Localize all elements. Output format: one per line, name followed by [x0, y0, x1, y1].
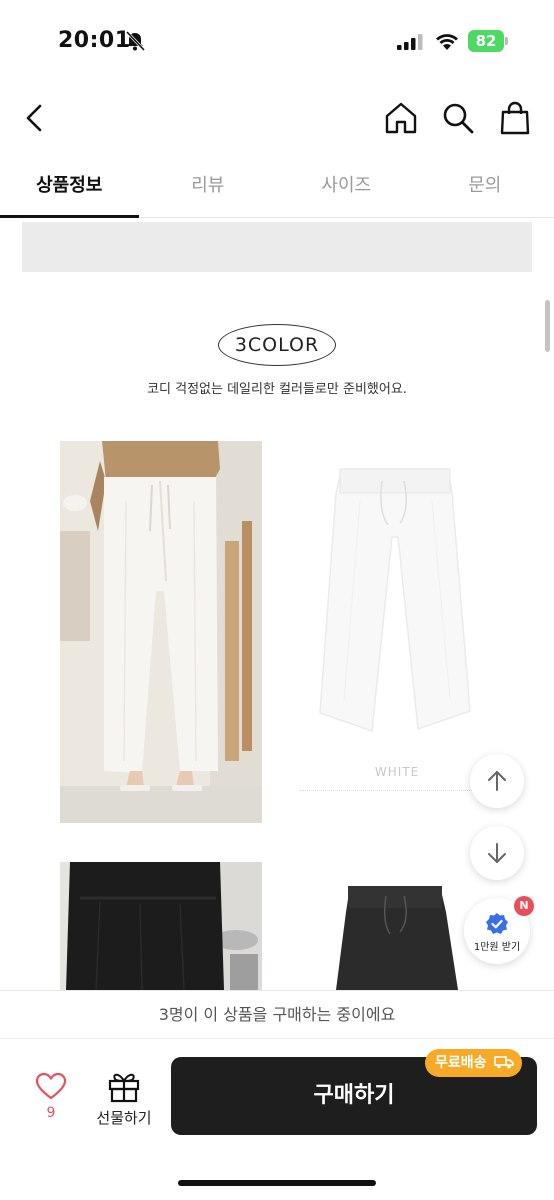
scroll-up-button[interactable] — [470, 754, 524, 808]
bottom-purchase-bar: 9 선물하기 구매하기 무료배송 — [0, 1038, 554, 1200]
color-description: 코디 걱정없는 데일리한 컬러들로만 준비했어요. — [147, 382, 407, 397]
like-count: 9 — [46, 1105, 56, 1121]
gift-icon — [108, 1073, 140, 1103]
tab-size[interactable]: 사이즈 — [277, 160, 416, 217]
status-time: 20:01 — [58, 28, 131, 53]
gift-label: 선물하기 — [96, 1109, 152, 1127]
tab-product-info[interactable]: 상품정보 — [0, 160, 139, 218]
like-button[interactable]: 9 — [30, 1071, 72, 1131]
free-shipping-label: 무료배송 — [435, 1055, 487, 1071]
arrow-up-icon — [488, 771, 506, 791]
home-icon[interactable] — [383, 100, 419, 136]
black-pants-model-photo — [60, 862, 262, 990]
bell-off-icon — [125, 30, 146, 52]
search-icon[interactable] — [440, 100, 476, 136]
battery-tip — [505, 37, 508, 45]
tab-reviews[interactable]: 리뷰 — [139, 160, 278, 217]
signal-icon — [397, 34, 423, 50]
coupon-label: 1만원 받기 — [473, 942, 521, 953]
back-icon[interactable] — [18, 98, 52, 138]
divider-line — [300, 790, 480, 791]
battery-icon: 82 — [468, 30, 508, 52]
color-count-title: 3COLOR — [218, 324, 336, 366]
top-nav — [0, 88, 554, 152]
gray-banner — [22, 222, 532, 272]
shopping-bag-icon[interactable] — [497, 100, 533, 136]
scroll-down-button[interactable] — [470, 826, 524, 880]
verified-check-icon — [486, 913, 508, 934]
tab-inquiry[interactable]: 문의 — [416, 160, 554, 217]
coupon-button[interactable]: 1만원 받기 N — [464, 896, 534, 964]
home-indicator — [178, 1180, 376, 1186]
wifi-icon — [436, 34, 458, 50]
new-badge: N — [514, 896, 534, 916]
arrow-down-icon — [488, 843, 506, 863]
color-label-white: WHITE — [374, 765, 420, 779]
live-buyers-notice: 3명이 이 상품을 구매하는 중이에요 — [0, 990, 554, 1038]
white-pants-flat-photo — [300, 441, 494, 761]
battery-level: 82 — [468, 30, 504, 52]
gift-button[interactable]: 선물하기 — [90, 1069, 158, 1133]
truck-icon — [494, 1056, 515, 1069]
scrollbar[interactable] — [545, 300, 550, 352]
free-shipping-badge: 무료배송 — [425, 1049, 523, 1077]
product-tabs: 상품정보 리뷰 사이즈 문의 — [0, 160, 554, 218]
status-bar: 20:01 82 — [0, 0, 554, 80]
white-pants-model-photo — [60, 441, 262, 823]
heart-icon — [35, 1072, 67, 1100]
